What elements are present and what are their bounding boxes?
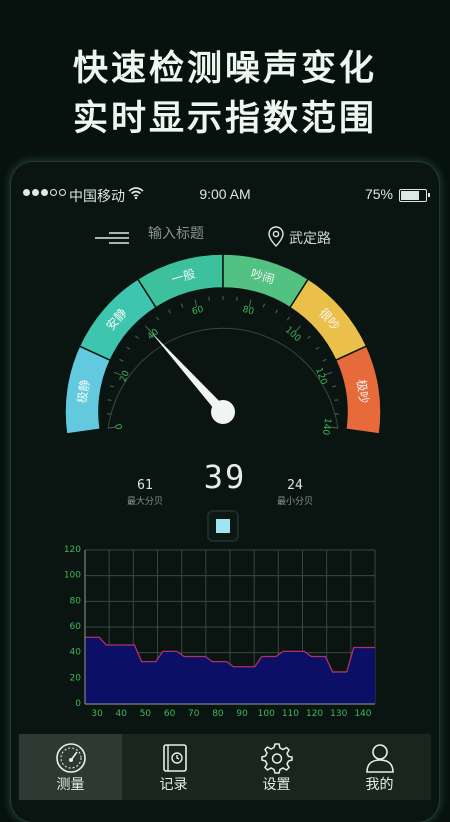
- location-pin-icon[interactable]: [268, 226, 284, 248]
- chart-xtick-label-0: 30: [91, 709, 103, 719]
- gauge-tick: [308, 336, 311, 339]
- gauge-tick-label-4: 80: [241, 305, 255, 318]
- gauge-tick: [135, 336, 138, 339]
- max-decibel-value: 61: [110, 478, 180, 493]
- max-decibel: 61 最大分贝: [110, 478, 180, 507]
- gauge-tick: [169, 310, 171, 314]
- tab-settings[interactable]: 设置: [225, 734, 328, 800]
- gauge-needle-hub: [211, 400, 235, 424]
- gauge-tick: [263, 304, 264, 308]
- gauge-tick-label-7: 140: [320, 417, 332, 436]
- decibel-chart: 0 20 40 60 80 100 120 30 40 50 60 70 80 90 100 110 120 13…: [11, 542, 439, 722]
- chart-xtick-label-9: 120: [306, 709, 323, 719]
- gauge-tick: [332, 386, 336, 387]
- gear-icon: [261, 742, 293, 774]
- gauge-needle: [149, 330, 226, 415]
- chart-ytick-label-0: 0: [75, 699, 81, 709]
- menu-icon[interactable]: [95, 231, 129, 245]
- current-decibel: 39: [11, 458, 439, 496]
- tab-settings-label: 设置: [225, 774, 328, 794]
- chart-xtick-label-1: 40: [116, 709, 128, 719]
- title-input[interactable]: [148, 226, 258, 242]
- speedometer-icon: [55, 742, 87, 774]
- chart-ytick-label-1: 20: [70, 673, 82, 683]
- chart-ytick-label-3: 60: [70, 622, 82, 632]
- gauge-tick-label-0: 0: [115, 423, 126, 430]
- gauge-tick: [156, 317, 158, 320]
- status-bar: 中国移动 9:00 AM 75%: [11, 186, 439, 206]
- location-label[interactable]: 武定路: [289, 228, 331, 248]
- gauge-tick: [110, 386, 114, 387]
- chart-xtick-label-6: 90: [236, 709, 248, 719]
- gauge-tick-label-1: 20: [119, 369, 132, 383]
- tab-records-label: 记录: [122, 774, 225, 794]
- gauge-tick: [316, 347, 319, 349]
- chart-xtick-label-8: 110: [282, 709, 299, 719]
- stop-square-icon: [216, 519, 230, 533]
- chart-ytick-label-4: 80: [70, 596, 82, 606]
- tab-records[interactable]: 记录: [122, 734, 225, 800]
- chart-xtick-label-7: 100: [258, 709, 275, 719]
- gauge-tick-label-3: 60: [191, 305, 205, 318]
- min-decibel: 24 最小分贝: [260, 478, 330, 507]
- phone-frame: 中国移动 9:00 AM 75% 武定路 极静安静一般吵闹很吵极吵0204060…: [11, 162, 439, 822]
- gauge-tick: [323, 359, 327, 361]
- promo-line-1: 快速检测噪声变化: [0, 40, 450, 91]
- gauge-tick-label-6: 120: [313, 367, 328, 387]
- min-decibel-label: 最小分贝: [260, 494, 330, 507]
- user-icon: [364, 742, 396, 774]
- tab-measure[interactable]: 测量: [19, 734, 122, 800]
- chart-xtick-label-10: 130: [330, 709, 347, 719]
- chart-xtick-label-5: 80: [212, 709, 224, 719]
- chart-xtick-label-3: 60: [164, 709, 176, 719]
- promo-line-2: 实时显示指数范围: [0, 90, 450, 141]
- tab-profile-label: 我的: [328, 774, 431, 794]
- gauge-tick: [120, 359, 124, 361]
- notebook-icon: [158, 742, 190, 774]
- tab-profile[interactable]: 我的: [328, 734, 431, 800]
- battery-percent: 75%: [365, 186, 393, 202]
- chart-xtick-label-2: 50: [140, 709, 152, 719]
- gauge-tick: [287, 317, 289, 320]
- chart-xtick-label-11: 140: [354, 709, 371, 719]
- min-decibel-value: 24: [260, 478, 330, 493]
- gauge-tick: [276, 310, 278, 314]
- stop-button[interactable]: [207, 510, 239, 542]
- tab-measure-label: 测量: [19, 774, 122, 794]
- chart-ytick-label-5: 100: [64, 571, 81, 581]
- tab-bar: 测量 记录 设置 我的: [19, 734, 431, 800]
- battery-icon: [399, 189, 427, 202]
- decibel-gauge: 极静安静一般吵闹很吵极吵020406080100120140: [11, 250, 439, 460]
- gauge-tick: [127, 347, 130, 349]
- gauge-tick-label-5: 100: [283, 325, 303, 344]
- gauge-tick: [181, 304, 182, 308]
- chart-xtick-label-4: 70: [188, 709, 200, 719]
- title-bar: 武定路: [11, 226, 439, 250]
- chart-ytick-label-6: 120: [64, 545, 81, 555]
- max-decibel-label: 最大分贝: [110, 494, 180, 507]
- chart-ytick-label-2: 40: [70, 648, 82, 658]
